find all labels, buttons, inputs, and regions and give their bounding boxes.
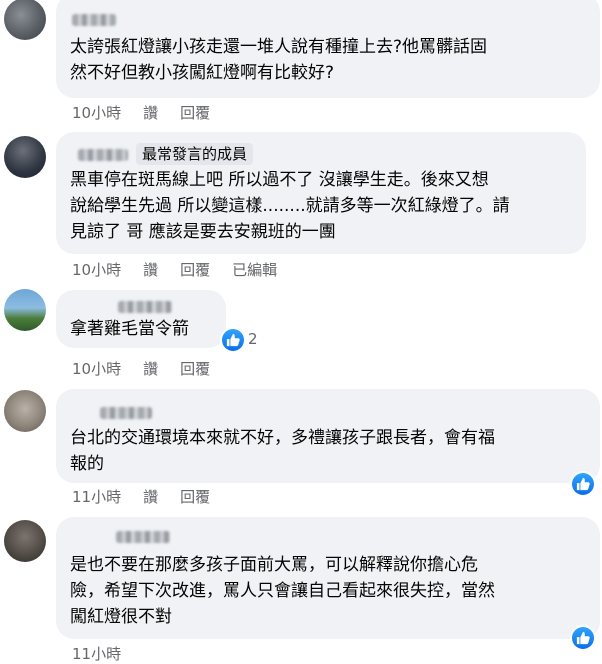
avatar[interactable] <box>4 390 46 432</box>
like-button[interactable]: 讚 <box>143 487 158 507</box>
author-name-blurred[interactable] <box>78 149 128 161</box>
reaction-summary[interactable] <box>572 627 594 649</box>
like-button[interactable]: 讚 <box>143 260 158 280</box>
author-name-blurred[interactable] <box>72 14 116 26</box>
like-thumb-icon <box>226 333 240 347</box>
timestamp[interactable]: 10小時 <box>72 260 121 280</box>
reaction-summary[interactable] <box>222 329 244 351</box>
reply-button[interactable]: 回覆 <box>180 260 210 280</box>
comment-text-line: 台北的交通環境本來就不好，多禮讓孩子跟長者，會有福 <box>70 428 495 448</box>
avatar[interactable] <box>4 136 46 178</box>
comment-bubble: 太誇張紅燈讓小孩走還一堆人說有種撞上去?他罵髒話固 然不好但教小孩闖紅燈啊有比較… <box>56 0 600 98</box>
comment-actions: 11小時 <box>72 644 143 664</box>
timestamp[interactable]: 11小時 <box>72 487 121 507</box>
top-contributor-badge: 最常發言的成員 <box>136 143 254 165</box>
like-thumb-icon <box>576 477 590 491</box>
comment-5: 是也不要在那麼多孩子面前大罵，可以解釋說你擔心危 險，希望下次改進，罵人只會讓自… <box>0 512 602 663</box>
reaction-count[interactable]: 2 <box>248 330 258 348</box>
comment-bubble: 最常發言的成員 黑車停在斑馬線上吧 所以過不了 沒讓學生走。後來又想 說給學生先… <box>56 132 586 254</box>
timestamp[interactable]: 10小時 <box>72 103 121 123</box>
like-button[interactable]: 讚 <box>143 103 158 123</box>
comment-text-line: 太誇張紅燈讓小孩走還一堆人說有種撞上去?他罵髒話固 <box>70 37 488 57</box>
comment-3: 拿著雞毛當令箭 2 10小時 讚 回覆 <box>0 285 602 385</box>
edited-label: 已編輯 <box>232 261 278 279</box>
timestamp[interactable]: 10小時 <box>72 359 121 379</box>
reply-button[interactable]: 回覆 <box>180 103 210 123</box>
timestamp[interactable]: 11小時 <box>72 644 121 664</box>
author-name-blurred[interactable] <box>100 407 152 419</box>
comment-bubble: 是也不要在那麼多孩子面前大罵，可以解釋說你擔心危 險，希望下次改進，罵人只會讓自… <box>56 517 600 639</box>
comment-text-line: 闖紅燈很不對 <box>70 607 172 627</box>
comment-text-line: 黑車停在斑馬線上吧 所以過不了 沒讓學生走。後來又想 <box>70 170 489 190</box>
reply-button[interactable]: 回覆 <box>180 487 210 507</box>
comment-actions: 11小時 讚 回覆 <box>72 487 232 507</box>
comment-actions: 10小時 讚 回覆 已編輯 <box>72 260 299 280</box>
comment-2: 最常發言的成員 黑車停在斑馬線上吧 所以過不了 沒讓學生走。後來又想 說給學生先… <box>0 130 602 285</box>
avatar[interactable] <box>4 289 46 331</box>
comment-text-line: 報的 <box>70 454 104 474</box>
comment-text-line: 險，希望下次改進，罵人只會讓自己看起來很失控，當然 <box>70 581 495 601</box>
comment-actions: 10小時 讚 回覆 <box>72 359 232 379</box>
comment-bubble: 台北的交通環境本來就不好，多禮讓孩子跟長者，會有福 報的 <box>56 389 600 483</box>
comment-actions: 10小時 讚 回覆 <box>72 103 232 123</box>
author-name-blurred[interactable] <box>116 531 170 543</box>
author-name-blurred[interactable] <box>118 301 172 313</box>
reply-button[interactable]: 回覆 <box>180 359 210 379</box>
comment-text-line: 拿著雞毛當令箭 <box>70 319 189 339</box>
comment-4: 台北的交通環境本來就不好，多禮讓孩子跟長者，會有福 報的 11小時 讚 回覆 <box>0 385 602 512</box>
avatar[interactable] <box>4 520 46 562</box>
comment-bubble: 拿著雞毛當令箭 <box>56 290 226 348</box>
like-thumb-icon <box>576 631 590 645</box>
comment-text-line: 然不好但教小孩闖紅燈啊有比較好? <box>70 63 335 83</box>
reaction-summary[interactable] <box>572 473 594 495</box>
comment-1: 太誇張紅燈讓小孩走還一堆人說有種撞上去?他罵髒話固 然不好但教小孩闖紅燈啊有比較… <box>0 0 602 130</box>
comment-text-line: 見諒了 哥 應該是要去安親班的一團 <box>70 222 336 242</box>
like-button[interactable]: 讚 <box>143 359 158 379</box>
comment-text-line: 是也不要在那麼多孩子面前大罵，可以解釋說你擔心危 <box>70 555 478 575</box>
comment-text-line: 說給學生先過 所以變這樣........就請多等一次紅綠燈了。請 <box>70 196 510 216</box>
avatar[interactable] <box>4 0 46 40</box>
